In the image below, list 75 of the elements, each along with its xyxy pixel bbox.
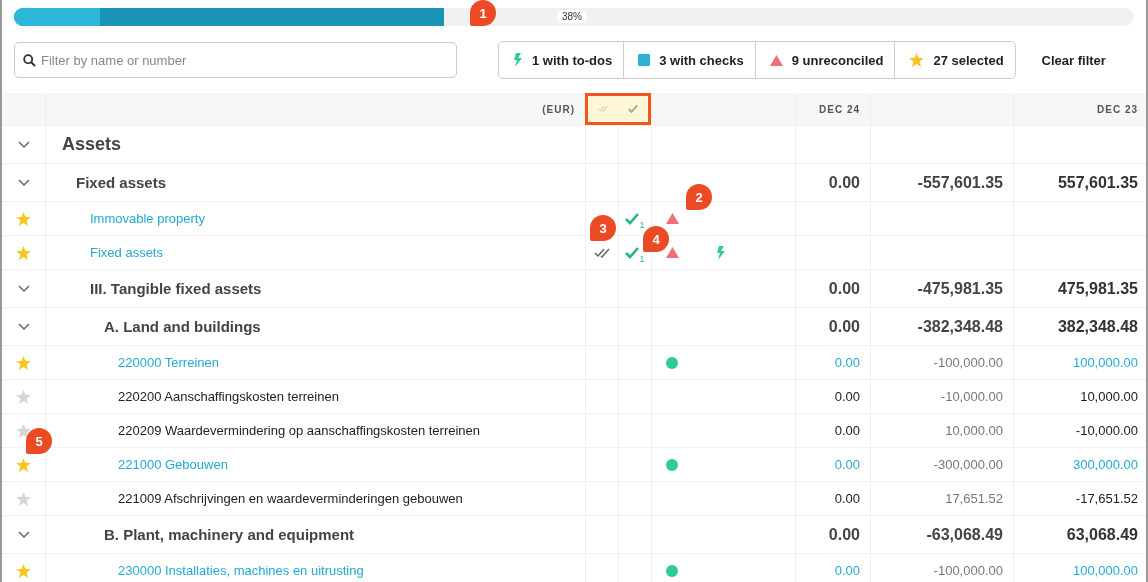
callout-marker: 3 (590, 215, 616, 241)
amount-cell: 10,000.00 (1080, 389, 1138, 404)
star-icon (909, 53, 925, 67)
amount-cell: 0.00 (834, 457, 860, 472)
amount-cell: 0.00 (828, 317, 860, 336)
amount-cell: 557,601.35 (1057, 173, 1138, 192)
double-check-icon[interactable] (594, 246, 610, 259)
column-header: DEC 24 (819, 103, 860, 115)
callout-marker: 4 (643, 226, 669, 252)
star-icon[interactable] (16, 389, 31, 404)
amount-cell: -475,981.35 (917, 279, 1003, 298)
amount-cell: 10,000.00 (945, 423, 1003, 438)
amount-cell: -10,000.00 (1075, 423, 1138, 438)
clear-filter-button[interactable]: Clear filter (1035, 46, 1112, 74)
callout-marker: 1 (470, 0, 496, 26)
star-icon[interactable] (16, 423, 31, 438)
star-icon[interactable] (16, 245, 31, 260)
column-header: (EUR) (542, 103, 575, 115)
amount-cell: 17,651.52 (945, 491, 1003, 506)
chevron-icon[interactable] (17, 322, 30, 331)
star-icon[interactable] (16, 355, 31, 370)
row-label: Fixed assets (76, 174, 167, 191)
row-label: A. Land and buildings (104, 318, 261, 335)
amount-cell: 0.00 (834, 423, 860, 438)
amount-cell: 0.00 (834, 355, 860, 370)
star-icon[interactable] (16, 211, 31, 226)
amount-cell: -300,000.00 (933, 457, 1003, 472)
amount-cell: -17,651.52 (1075, 491, 1138, 506)
amount-cell: -382,348.48 (917, 317, 1003, 336)
amount-cell: 382,348.48 (1057, 317, 1138, 336)
star-icon[interactable] (16, 457, 31, 472)
amount-cell: 0.00 (828, 525, 860, 544)
amount-cell: -100,000.00 (933, 563, 1003, 578)
search-field[interactable]: Filter by name or number (14, 42, 457, 78)
amount-cell: 100,000.00 (1072, 563, 1138, 578)
amount-cell: 300,000.00 (1072, 457, 1138, 472)
row-label: III. Tangible fixed assets (90, 280, 262, 297)
row-label: 220209 Waardevermindering op aanschaffingskosten terreinen (118, 423, 481, 438)
callout-marker: 5 (26, 428, 52, 454)
check-icon[interactable] (625, 212, 640, 225)
amount-cell: -100,000.00 (933, 355, 1003, 370)
triangle-icon (769, 54, 783, 66)
filter-chip[interactable]: 27 selected (894, 42, 1015, 78)
chevron-icon[interactable] (17, 178, 30, 187)
amount-cell: 0.00 (834, 491, 860, 506)
chevron-icon[interactable] (17, 140, 30, 149)
double-check-icon[interactable] (598, 103, 608, 115)
column-header: DEC 23 (1097, 103, 1138, 115)
lightning-icon (513, 53, 523, 67)
amount-cell: 0.00 (828, 173, 860, 192)
row-label: 220200 Aanschaffingskosten terreinen (118, 389, 339, 404)
star-icon[interactable] (16, 491, 31, 506)
row-label: 221009 Afschrijvingen en waardeverminderingen gebouwen (118, 491, 463, 506)
check-icon[interactable] (628, 103, 638, 115)
row-label: B. Plant, machinery and equipment (104, 526, 355, 543)
amount-cell: 63,068.49 (1066, 525, 1138, 544)
check-count: 1 (639, 219, 645, 230)
amount-cell: 100,000.00 (1072, 355, 1138, 370)
check-icon[interactable] (625, 246, 640, 259)
amount-cell: -63,068.49 (926, 525, 1003, 544)
chevron-icon[interactable] (17, 530, 30, 539)
row-label: Assets (62, 134, 122, 155)
star-icon[interactable] (16, 563, 31, 578)
chevron-icon[interactable] (17, 284, 30, 293)
progress-label: 38% (557, 10, 587, 23)
amount-cell: 475,981.35 (1057, 279, 1138, 298)
amount-cell: 0.00 (828, 279, 860, 298)
amount-cell: 0.00 (834, 389, 860, 404)
callout-marker: 2 (686, 184, 712, 210)
check-count: 1 (639, 253, 645, 264)
amount-cell: -557,601.35 (917, 173, 1003, 192)
amount-cell: 0.00 (834, 563, 860, 578)
amount-cell: -10,000.00 (940, 389, 1003, 404)
search-icon (23, 54, 36, 67)
square-icon (638, 54, 651, 66)
